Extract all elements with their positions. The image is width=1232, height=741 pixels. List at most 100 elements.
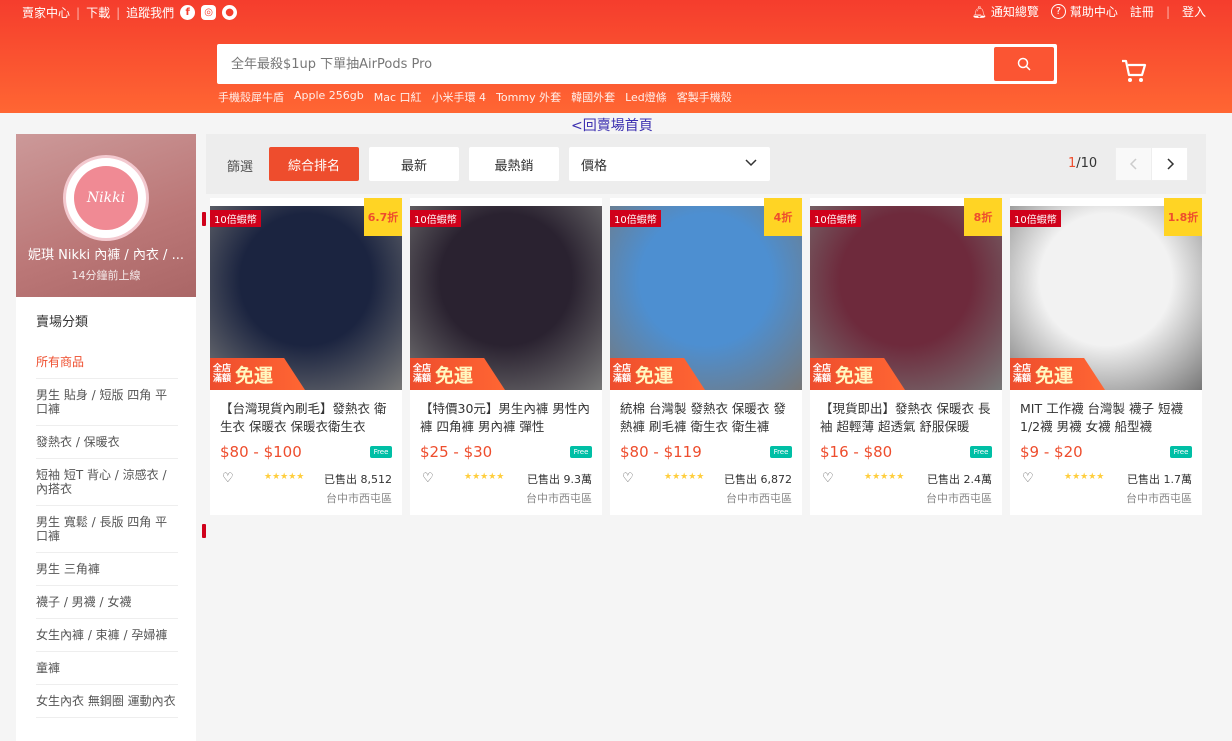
notifications-link[interactable]: 🔔︎ 通知總覽 <box>972 3 1039 20</box>
hot-keyword[interactable]: 手機殼犀牛盾 <box>218 89 284 105</box>
help-link[interactable]: ? 幫助中心 <box>1050 3 1118 20</box>
product-card[interactable]: 10倍蝦幣 1.8折 全店滿額 免運 MIT 工作襪 台灣製 襪子 短襪 1/2… <box>1010 198 1202 515</box>
discount-badge: 6.7折 <box>364 198 402 236</box>
sold-count: 已售出 8,512 <box>324 473 392 486</box>
side-marker <box>202 524 206 538</box>
like-icon[interactable]: ♡ <box>222 471 234 486</box>
product-title[interactable]: 【現貨即出】發熱衣 保暖衣 長袖 超輕薄 超透氣 舒服保暖 <box>820 400 994 436</box>
back-to-shop-link[interactable]: <回賣場首頁 <box>571 115 653 135</box>
divider: | <box>1165 4 1170 19</box>
prev-page-button[interactable] <box>1115 147 1152 181</box>
price-sort-label: 價格 <box>581 158 608 174</box>
category-item[interactable]: 女生內褲 / 束褲 / 孕婦褲 <box>36 619 178 652</box>
category-item[interactable]: 女生內衣 無鋼圈 運動內衣 <box>36 685 178 718</box>
shop-card[interactable]: Nikki 妮琪 Nikki 內褲 / 內衣 / ... 14分鐘前上線 <box>16 134 196 297</box>
category-list: 所有商品 男生 貼身 / 短版 四角 平口褲 發熱衣 / 保暖衣 短袖 短T 背… <box>36 346 178 718</box>
product-title[interactable]: MIT 工作襪 台灣製 襪子 短襪 1/2襪 男襪 女襪 船型襪 <box>1020 400 1194 436</box>
product-price: $9 - $20 <box>1020 443 1083 461</box>
product-image[interactable]: 10倍蝦幣 6.7折 全店滿額 免運 <box>210 198 402 390</box>
notifications-label: 通知總覽 <box>990 5 1039 19</box>
free-shipping-label: 免運 <box>435 364 474 387</box>
hot-keyword[interactable]: 客製手機殼 <box>677 89 732 105</box>
product-card[interactable]: 10倍蝦幣 6.7折 全店滿額 免運 【台灣現貨內刷毛】發熱衣 衛生衣 保暖衣 … <box>210 198 402 515</box>
product-image[interactable]: 10倍蝦幣 全店滿額 免運 <box>410 198 602 390</box>
shop-location: 台中市西屯區 <box>926 492 992 505</box>
shop-name: 妮琪 Nikki 內褲 / 內衣 / ... <box>28 248 184 263</box>
shop-location: 台中市西屯區 <box>326 492 392 505</box>
like-icon[interactable]: ♡ <box>822 471 834 486</box>
product-card[interactable]: 10倍蝦幣 8折 全店滿額 免運 【現貨即出】發熱衣 保暖衣 長袖 超輕薄 超透… <box>810 198 1002 515</box>
product-card[interactable]: 10倍蝦幣 全店滿額 免運 【特價30元】男生內褲 男性內褲 四角褲 男內褲 彈… <box>410 198 602 515</box>
sort-latest-button[interactable]: 最新 <box>369 147 459 181</box>
back-label: 回賣場首頁 <box>582 118 653 134</box>
search-button[interactable] <box>994 47 1054 81</box>
hot-keyword[interactable]: Led燈條 <box>625 89 667 105</box>
shop-location: 台中市西屯區 <box>526 492 592 505</box>
category-item[interactable]: 童褲 <box>36 652 178 685</box>
download-link[interactable]: 下載 <box>86 4 110 21</box>
price-sort-select[interactable]: 價格 <box>569 147 770 181</box>
product-card[interactable]: 10倍蝦幣 4折 全店滿額 免運 統棉 台灣製 發熱衣 保暖衣 發熱褲 刷毛褲 … <box>610 198 802 515</box>
product-title[interactable]: 【特價30元】男生內褲 男性內褲 四角褲 男內褲 彈性 <box>420 400 594 436</box>
hot-keyword[interactable]: 小米手環 4 <box>432 89 487 105</box>
product-price: $80 - $119 <box>620 443 702 461</box>
sort-top-sales-button[interactable]: 最熱銷 <box>469 147 559 181</box>
category-item[interactable]: 男生 貼身 / 短版 四角 平口褲 <box>36 379 178 426</box>
category-item-all[interactable]: 所有商品 <box>36 346 178 379</box>
sold-count: 已售出 9.3萬 <box>527 473 592 486</box>
sold-count: 已售出 6,872 <box>724 473 792 486</box>
login-link[interactable]: 登入 <box>1182 3 1206 20</box>
free-shipping-label: 免運 <box>835 364 874 387</box>
product-image[interactable]: 10倍蝦幣 1.8折 全店滿額 免運 <box>1010 198 1202 390</box>
product-price: $16 - $80 <box>820 443 893 461</box>
product-price: $80 - $100 <box>220 443 302 461</box>
category-item[interactable]: 發熱衣 / 保暖衣 <box>36 426 178 459</box>
header: 賣家中心 | 下載 | 追蹤我們 f ◎ ● 🔔︎ 通知總覽 ? 幫助中心 註冊… <box>0 0 1232 113</box>
category-item[interactable]: 襪子 / 男襪 / 女襪 <box>36 586 178 619</box>
rating-stars: ★★★★★ <box>264 472 305 482</box>
hot-keyword[interactable]: Tommy 外套 <box>496 89 561 105</box>
shop-logo: Nikki <box>63 155 149 241</box>
search-icon <box>1017 57 1031 71</box>
like-icon[interactable]: ♡ <box>1022 471 1034 486</box>
page-total: /10 <box>1076 156 1098 171</box>
search-input[interactable] <box>217 44 987 84</box>
next-page-button[interactable] <box>1151 147 1188 181</box>
product-title[interactable]: 統棉 台灣製 發熱衣 保暖衣 發熱褲 刷毛褲 衛生衣 衛生褲 <box>620 400 794 436</box>
like-icon[interactable]: ♡ <box>422 471 434 486</box>
hot-keyword[interactable]: Mac 口紅 <box>374 89 422 105</box>
free-shipping-label: 免運 <box>235 364 274 387</box>
category-item[interactable]: 短袖 短T 背心 / 涼感衣 / 內搭衣 <box>36 459 178 506</box>
like-icon[interactable]: ♡ <box>622 471 634 486</box>
hot-keyword[interactable]: 韓國外套 <box>571 89 615 105</box>
discount-badge: 4折 <box>764 198 802 236</box>
top-bar: 賣家中心 | 下載 | 追蹤我們 f ◎ ● 🔔︎ 通知總覽 ? 幫助中心 註冊… <box>0 0 1232 24</box>
product-title[interactable]: 【台灣現貨內刷毛】發熱衣 衛生衣 保暖衣 保暖衣衛生衣 <box>220 400 394 436</box>
instagram-icon[interactable]: ◎ <box>201 5 217 20</box>
free-shipping-label: 免運 <box>635 364 674 387</box>
rating-stars: ★★★★★ <box>1064 472 1105 482</box>
free-shipping-icon: Free <box>570 446 592 458</box>
sort-relevance-button[interactable]: 綜合排名 <box>269 147 359 181</box>
shop-online-status: 14分鐘前上線 <box>71 269 141 282</box>
hot-keywords: 手機殼犀牛盾 Apple 256gb Mac 口紅 小米手環 4 Tommy 外… <box>218 89 732 105</box>
shop-logo-text: Nikki <box>74 166 138 230</box>
sold-count: 已售出 1.7萬 <box>1127 473 1192 486</box>
chevron-left-icon: < <box>571 118 583 134</box>
signup-link[interactable]: 註冊 <box>1130 3 1154 20</box>
category-item[interactable]: 男生 寬鬆 / 長版 四角 平口褲 <box>36 506 178 553</box>
cart-icon[interactable] <box>1120 58 1148 84</box>
filter-label: 篩選 <box>227 160 254 175</box>
divider: | <box>76 5 81 20</box>
coins-badge: 10倍蝦幣 <box>610 210 661 227</box>
line-icon[interactable]: ● <box>222 5 238 20</box>
hot-keyword[interactable]: Apple 256gb <box>294 89 364 105</box>
free-shipping-icon: Free <box>970 446 992 458</box>
product-image[interactable]: 10倍蝦幣 4折 全店滿額 免運 <box>610 198 802 390</box>
seller-center-link[interactable]: 賣家中心 <box>22 4 70 21</box>
free-shipping-condition: 全店滿額 <box>613 364 632 384</box>
category-item[interactable]: 男生 三角褲 <box>36 553 178 586</box>
coins-badge: 10倍蝦幣 <box>410 210 461 227</box>
product-image[interactable]: 10倍蝦幣 8折 全店滿額 免運 <box>810 198 1002 390</box>
facebook-icon[interactable]: f <box>180 5 196 20</box>
